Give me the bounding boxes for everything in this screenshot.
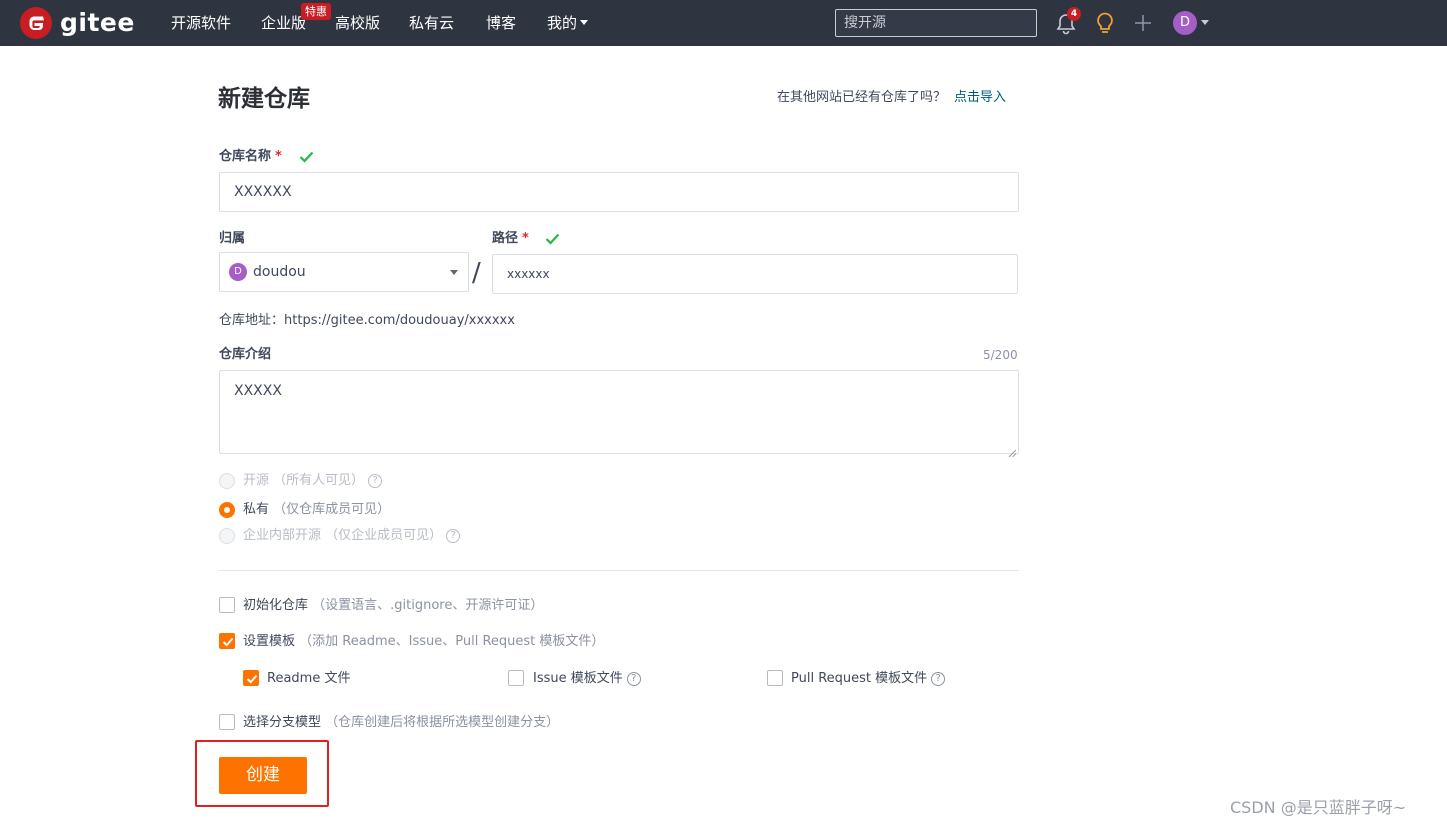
init-repo-checkbox[interactable] — [219, 597, 235, 613]
import-hint-text: 在其他网站已经有仓库了吗？ — [777, 90, 947, 105]
intro-textarea-value: XXXXX — [234, 383, 282, 399]
branch-model-note: （仓库创建后将根据所选模型创建分支） — [325, 715, 560, 730]
path-label: 路径 * — [492, 230, 529, 248]
issue-template-label: Issue 模板文件? — [533, 670, 641, 688]
repo-address: 仓库地址：https://gitee.com/doudouay/xxxxxx — [219, 312, 515, 330]
required-mark: * — [275, 149, 282, 164]
set-template-label: 设置模板 （添加 Readme、Issue、Pull Request 模板文件） — [243, 633, 604, 651]
visibility-enterprise-note: （仅企业成员可见） — [325, 528, 443, 543]
branch-model-checkbox[interactable] — [219, 714, 235, 730]
path-separator: / — [472, 258, 481, 288]
set-template-label-text: 设置模板 — [243, 634, 296, 649]
pr-template-label: Pull Request 模板文件? — [791, 670, 946, 688]
issue-template-label-text: Issue 模板文件 — [533, 671, 623, 686]
section-divider — [219, 570, 1019, 571]
set-template-checkbox[interactable] — [219, 633, 235, 649]
visibility-open-note: （所有人可见） — [273, 473, 365, 488]
nav-university[interactable]: 高校版 — [335, 12, 380, 34]
search-input[interactable]: 搜开源 — [835, 9, 1037, 37]
page-title: 新建仓库 — [218, 86, 310, 112]
user-avatar[interactable]: D — [1173, 11, 1197, 35]
nav-private-cloud[interactable]: 私有云 — [409, 12, 454, 34]
intro-label: 仓库介绍 — [219, 347, 272, 362]
chevron-down-icon — [450, 270, 458, 275]
radio-open-source[interactable] — [219, 473, 235, 489]
visibility-open-label: 开源 — [243, 473, 270, 488]
top-navbar: gitee 开源软件 企业版 特惠 高校版 私有云 博客 我的 搜开源 4 D — [0, 0, 1447, 46]
gitee-logo[interactable]: gitee — [20, 7, 135, 39]
owner-select[interactable]: D doudou — [219, 252, 469, 292]
help-icon[interactable]: ? — [368, 474, 383, 488]
chevron-down-icon — [580, 20, 589, 25]
radio-private-label: 私有 （仅仓库成员可见） — [243, 501, 390, 519]
repo-address-label: 仓库地址： — [219, 313, 285, 328]
branch-model-label-text: 选择分支模型 — [243, 715, 322, 730]
radio-enterprise-internal[interactable] — [219, 528, 235, 544]
check-icon — [299, 151, 314, 163]
repo-name-label-text: 仓库名称 — [219, 149, 272, 164]
visibility-private-note: （仅仓库成员可见） — [273, 502, 391, 517]
resize-handle-icon[interactable] — [1008, 443, 1017, 458]
checkmark-icon — [246, 674, 258, 684]
watermark: CSDN @是只蓝胖子呀~ — [1230, 798, 1407, 817]
import-hint: 在其他网站已经有仓库了吗？ 点击导入 — [777, 89, 1006, 107]
help-icon[interactable]: ? — [931, 672, 946, 686]
readme-template-label: Readme 文件 — [267, 671, 351, 686]
branch-model-label: 选择分支模型 （仓库创建后将根据所选模型创建分支） — [243, 714, 559, 732]
init-repo-label: 初始化仓库 （设置语言、.gitignore、开源许可证） — [243, 597, 543, 615]
nav-blog[interactable]: 博客 — [486, 12, 516, 34]
radio-open-source-label: 开源 （所有人可见）? — [243, 472, 383, 490]
issue-template-checkbox[interactable] — [508, 670, 524, 686]
required-mark: * — [522, 231, 529, 246]
pr-template-label-text: Pull Request 模板文件 — [791, 671, 928, 686]
radio-private[interactable] — [219, 502, 235, 518]
pr-template-checkbox[interactable] — [767, 670, 783, 686]
init-repo-label-text: 初始化仓库 — [243, 598, 309, 613]
radio-enterprise-internal-label: 企业内部开源 （仅企业成员可见）? — [243, 527, 461, 545]
repo-address-value: https://gitee.com/doudouay/xxxxxx — [284, 313, 515, 328]
import-link[interactable]: 点击导入 — [954, 90, 1006, 105]
intro-char-counter: 5/200 — [983, 348, 1018, 362]
owner-avatar: D — [229, 263, 247, 281]
check-icon — [545, 233, 560, 245]
plus-icon[interactable] — [1133, 13, 1153, 33]
repo-name-label: 仓库名称 * — [219, 148, 282, 166]
nav-mine[interactable]: 我的 — [547, 12, 589, 34]
brand-name: gitee — [60, 8, 135, 37]
intro-textarea[interactable]: XXXXX — [219, 370, 1019, 458]
enterprise-promo-badge: 特惠 — [301, 3, 331, 20]
owner-label: 归属 — [219, 231, 246, 246]
path-input[interactable]: xxxxxx — [492, 254, 1018, 294]
gitee-logo-icon — [20, 7, 52, 39]
chevron-down-icon[interactable] — [1201, 20, 1209, 25]
readme-template-checkbox[interactable] — [243, 670, 259, 686]
visibility-private-label: 私有 — [243, 502, 270, 517]
help-icon[interactable]: ? — [626, 672, 641, 686]
create-button[interactable]: 创建 — [219, 757, 307, 794]
repo-name-input[interactable]: XXXXXX — [219, 172, 1019, 212]
nav-mine-label: 我的 — [547, 14, 578, 32]
init-repo-note: （设置语言、.gitignore、开源许可证） — [312, 598, 544, 613]
visibility-enterprise-label: 企业内部开源 — [243, 528, 322, 543]
nav-open-source[interactable]: 开源软件 — [171, 12, 231, 34]
notification-count-badge: 4 — [1067, 7, 1081, 21]
checkmark-icon — [222, 637, 234, 647]
path-label-text: 路径 — [492, 231, 519, 246]
set-template-note: （添加 Readme、Issue、Pull Request 模板文件） — [299, 634, 605, 649]
owner-select-value: doudou — [253, 264, 306, 280]
help-icon[interactable]: ? — [446, 529, 461, 543]
lightbulb-icon[interactable] — [1094, 11, 1116, 35]
nav-enterprise[interactable]: 企业版 — [261, 12, 306, 34]
